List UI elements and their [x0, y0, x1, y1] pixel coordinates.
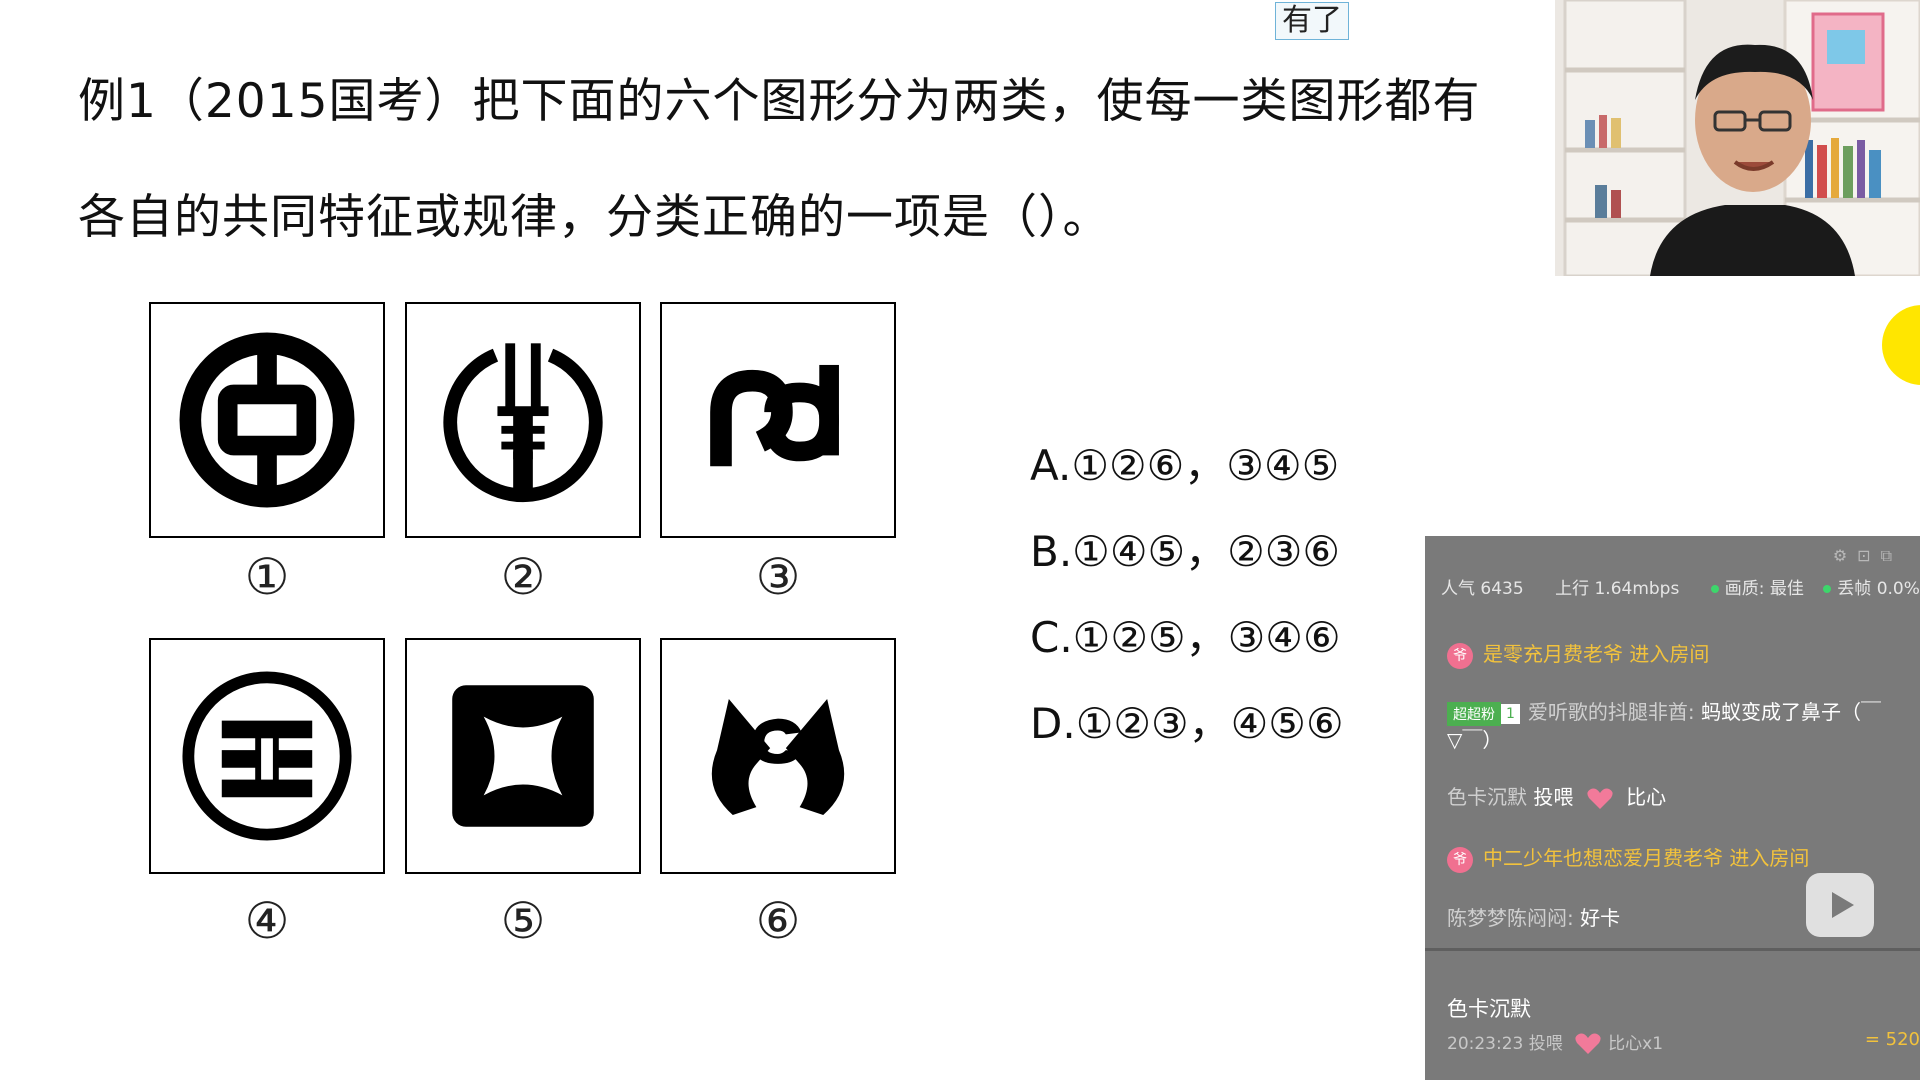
figure-label-2: ② — [500, 548, 546, 606]
member-badge-icon: 爷 — [1447, 846, 1473, 873]
figure-6 — [660, 638, 896, 874]
webcam-video — [1555, 0, 1920, 276]
question-line-2: 各自的共同特征或规律，分类正确的一项是（）。 — [78, 190, 1111, 245]
option-b: B.①④⑤，②③⑥ — [1030, 527, 1341, 576]
heart-gift-icon — [1575, 1033, 1601, 1054]
upload-stat: 上行 1.64mbps — [1555, 579, 1680, 599]
figure-5 — [405, 638, 641, 874]
figure-label-6: ⑥ — [755, 892, 801, 950]
figure-label-4: ④ — [244, 892, 290, 950]
figure-1 — [149, 302, 385, 538]
figure-label-5: ⑤ — [500, 892, 546, 950]
settings-icon[interactable]: ⚙ — [1833, 546, 1857, 565]
chat-message: 爷是零充月费老爷 进入房间 — [1447, 638, 1709, 669]
chat-window-controls[interactable]: ⚙⊡⧉ — [1833, 546, 1902, 566]
bank-logo-4-icon — [182, 671, 352, 841]
member-badge-icon: 爷 — [1447, 642, 1473, 669]
figure-label-3: ③ — [755, 548, 801, 606]
question-line-1: 例1（2015国考）把下面的六个图形分为两类，使每一类图形都有 — [78, 74, 1481, 129]
live-chat-panel: ⚙⊡⧉ 人气 6435 上行 1.64mbps 画质: 最佳 丢帧 0.0% 爷… — [1425, 536, 1920, 1080]
play-button-icon[interactable] — [1806, 873, 1874, 937]
popout-icon[interactable]: ⧉ — [1881, 546, 1902, 565]
bank-logo-1-icon — [179, 332, 355, 508]
figure-2 — [405, 302, 641, 538]
fan-badge: 超超粉 — [1447, 701, 1501, 726]
bank-logo-2-icon — [443, 343, 603, 502]
stream-stats: 人气 6435 上行 1.64mbps 画质: 最佳 丢帧 0.0% — [1441, 574, 1920, 599]
bank-logo-6-icon — [711, 698, 845, 815]
fan-level: 1 — [1501, 703, 1520, 724]
cursor-highlight — [1882, 305, 1920, 385]
bank-logo-5-icon — [452, 685, 594, 827]
heart-gift-icon — [1587, 788, 1613, 809]
figure-4 — [149, 638, 385, 874]
gift-sender: 色卡沉默 — [1447, 997, 1531, 1021]
pin-icon[interactable]: ⊡ — [1857, 546, 1880, 565]
overlay-tag: 有了 — [1275, 2, 1349, 40]
chat-message: 爷中二少年也想恋爱月费老爷 进入房间 — [1447, 842, 1809, 873]
option-d: D.①②③，④⑤⑥ — [1030, 699, 1344, 748]
bank-logo-3-icon — [710, 364, 839, 467]
figure-label-1: ① — [244, 548, 290, 606]
gift-record: 20:23:23 投喂 比心x1 — [1447, 1033, 1664, 1054]
chat-message-continued: ▽￣） — [1447, 728, 1503, 752]
option-a: A.①②⑥，③④⑤ — [1030, 441, 1340, 490]
chat-divider — [1425, 948, 1920, 951]
option-c: C.①②⑤，③④⑥ — [1030, 613, 1341, 662]
figure-3 — [660, 302, 896, 538]
popularity-stat: 人气 6435 — [1441, 579, 1524, 599]
chat-message: 色卡沉默 投喂 比心 — [1447, 785, 1667, 809]
drop-stat: 丢帧 0.0% — [1837, 579, 1920, 599]
coin-amount: = 520 — [1864, 1029, 1920, 1050]
chat-message: 陈梦梦陈闷闷: 好卡 — [1447, 906, 1621, 930]
chat-message: 超超粉 1 爱听歌的抖腿非酋: 蚂蚁变成了鼻子（￣ — [1447, 696, 1881, 726]
quality-stat: 画质: 最佳 — [1724, 579, 1804, 599]
